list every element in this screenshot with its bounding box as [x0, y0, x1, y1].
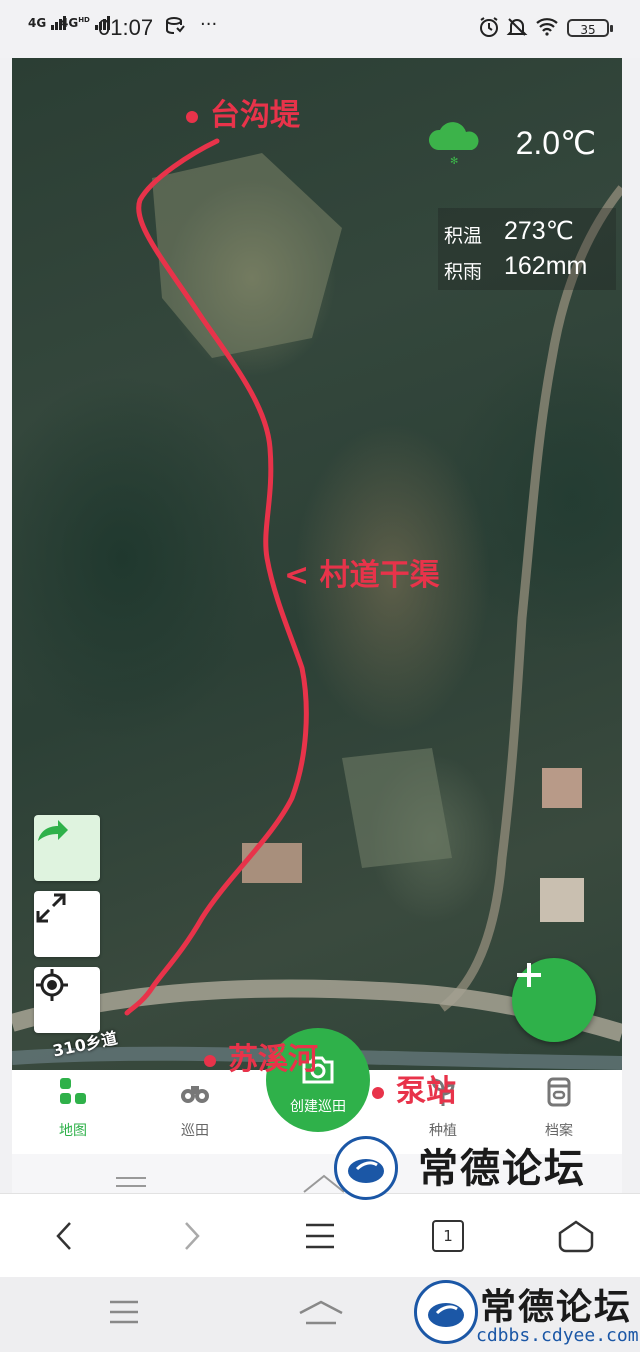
- forum-logo-icon: [348, 1159, 384, 1183]
- building: [542, 768, 582, 808]
- annotation-river: 苏溪河: [204, 1034, 318, 1078]
- annotation-canal: < 村道干渠: [284, 558, 440, 593]
- tab-count: 1: [432, 1220, 464, 1252]
- tab-label: 巡田: [181, 1123, 209, 1139]
- climate-stats: 积温 273℃ 积雨 162mm: [438, 208, 616, 290]
- menu-icon: [110, 1300, 138, 1324]
- expand-icon: [36, 893, 66, 923]
- menu-button[interactable]: [296, 1212, 344, 1260]
- binoculars-icon: [181, 1086, 209, 1103]
- more-label: ···: [200, 14, 218, 35]
- clock: 01:07: [98, 15, 154, 40]
- forum-logo: [414, 1280, 478, 1344]
- field-plot: [152, 153, 342, 358]
- locate-icon: [36, 969, 68, 1001]
- annotation-top-point: 台沟堤: [186, 90, 300, 134]
- tab-patrol[interactable]: 巡田: [140, 1070, 250, 1154]
- stat-value: 273℃: [504, 217, 574, 245]
- building: [242, 843, 302, 883]
- browser-toolbar: 1: [0, 1193, 640, 1278]
- accumulated-temp: 积温 273℃: [438, 214, 616, 248]
- alarm-icon: [478, 16, 500, 43]
- satellite-map[interactable]: ✻ 2.0℃ 积温 273℃ 积雨 162mm 台沟堤 < 村道干渠 310乡道: [12, 58, 622, 1070]
- accumulated-rain: 积雨 162mm: [438, 250, 616, 284]
- chevron-left-icon: [56, 1222, 71, 1250]
- stat-label: 积温: [444, 225, 483, 247]
- svg-text:✻: ✻: [450, 156, 458, 166]
- battery-indicator: 35: [567, 19, 613, 37]
- navigate-button[interactable]: [34, 815, 100, 881]
- menu-icon: [306, 1223, 334, 1249]
- forum-logo-icon: [428, 1303, 464, 1327]
- watermark-title: 常德论坛: [418, 1145, 586, 1192]
- recent-apps-button[interactable]: [108, 1299, 140, 1329]
- weather-widget: ✻ 2.0℃: [420, 106, 610, 178]
- home-icon: [558, 1220, 594, 1253]
- tabs-button[interactable]: 1: [424, 1212, 472, 1260]
- annotation-pump: 泵站: [372, 1066, 456, 1110]
- forum-logo: [334, 1136, 398, 1200]
- tab-map[interactable]: 地图: [18, 1070, 128, 1154]
- signal-label: 4G: [60, 16, 79, 30]
- hd-label: HD: [78, 16, 90, 24]
- chevron-right-icon: [185, 1222, 200, 1250]
- stat-label: 积雨: [444, 261, 483, 283]
- add-button[interactable]: [512, 958, 596, 1042]
- temperature: 2.0℃: [515, 125, 596, 161]
- mute-bell-icon: [506, 16, 528, 43]
- building: [540, 878, 584, 922]
- back-button[interactable]: [40, 1212, 88, 1260]
- map-grid-icon: [60, 1078, 86, 1104]
- watermark-title: 常德论坛: [480, 1286, 633, 1328]
- home-button[interactable]: [552, 1212, 600, 1260]
- fullscreen-button[interactable]: [34, 891, 100, 957]
- create-label: 创建巡田: [290, 1099, 346, 1115]
- forward-button[interactable]: [168, 1212, 216, 1260]
- tab-label: 地图: [59, 1123, 87, 1139]
- system-home-button[interactable]: [298, 1299, 344, 1331]
- wifi-icon: [535, 16, 559, 41]
- data-saver-icon: [165, 16, 185, 41]
- stat-value: 162mm: [504, 252, 588, 280]
- home-icon: [299, 1300, 343, 1325]
- navigate-arrow-icon: [38, 820, 68, 841]
- locate-button[interactable]: [34, 967, 100, 1033]
- status-bar: 4G 4GHD 01:07 ··· 35: [0, 0, 640, 58]
- field-plot: [342, 748, 452, 868]
- village-road: [439, 185, 622, 1012]
- watermark-url: cdbbs.cdyee.com: [476, 1325, 639, 1346]
- archive-icon: [547, 1077, 571, 1107]
- plus-icon: [517, 963, 541, 987]
- menu-icon: [116, 1177, 146, 1187]
- signal-label: 4G: [28, 16, 47, 30]
